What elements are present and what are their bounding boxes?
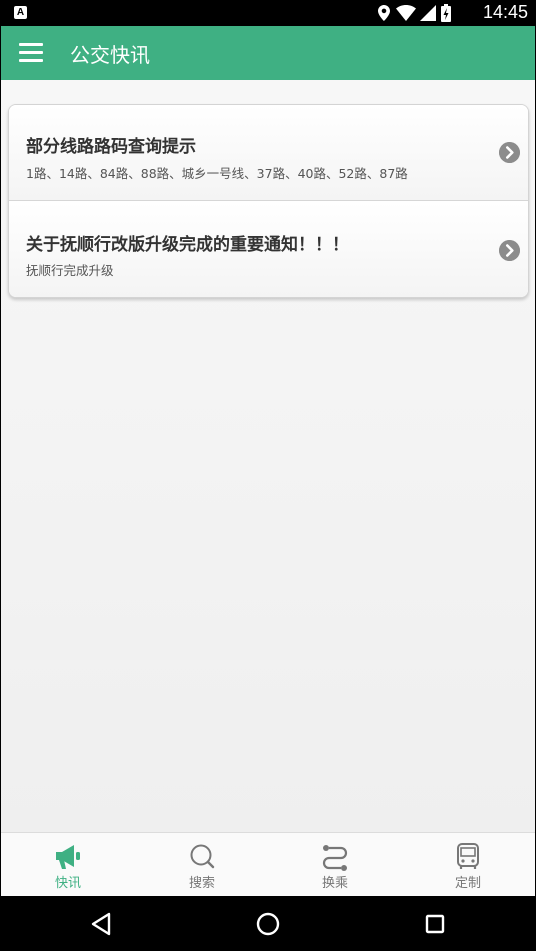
tab-label: 快讯 (54, 876, 81, 891)
news-subtitle: 1路、14路、84路、88路、城乡一号线、37路、40路、52路、87路 (26, 166, 408, 181)
search-icon (190, 844, 215, 869)
system-nav-bar (0, 896, 536, 951)
status-right: 14:45 (378, 0, 528, 26)
chevron-right-icon (499, 240, 520, 261)
chevron-right-icon (499, 142, 520, 163)
wifi-icon (396, 5, 416, 21)
tab-custom[interactable]: 定制 (401, 833, 535, 897)
page-title: 公交快讯 (70, 43, 150, 67)
tab-transfer[interactable]: 换乘 (268, 833, 402, 897)
recents-icon[interactable] (420, 909, 450, 939)
signal-icon (420, 5, 436, 21)
tab-label: 搜索 (188, 876, 215, 891)
news-card: 部分线路路码查询提示 1路、14路、84路、88路、城乡一号线、37路、40路、… (8, 104, 529, 298)
news-item[interactable]: 部分线路路码查询提示 1路、14路、84路、88路、城乡一号线、37路、40路、… (9, 105, 528, 201)
tab-search[interactable]: 搜索 (135, 833, 269, 897)
screen: A 14:45 公交快讯 部分线路路码查询提示 1路、14路、84路、88路、城… (0, 0, 536, 951)
status-bar: A 14:45 (0, 0, 536, 26)
back-icon[interactable] (87, 909, 117, 939)
battery-icon (441, 4, 451, 22)
bottom-tab-bar: 快讯 搜索 换乘 定制 (1, 832, 535, 896)
bus-icon (457, 843, 479, 869)
home-icon[interactable] (253, 909, 283, 939)
news-title: 部分线路路码查询提示 (26, 137, 196, 157)
route-icon (322, 845, 348, 871)
tab-news[interactable]: 快讯 (1, 833, 135, 897)
location-icon (378, 5, 390, 21)
notification-icon: A (14, 6, 27, 19)
news-item[interactable]: 关于抚顺行改版升级完成的重要通知！！！ 抚顺行完成升级 (9, 202, 528, 297)
news-list-area: 部分线路路码查询提示 1路、14路、84路、88路、城乡一号线、37路、40路、… (1, 80, 535, 832)
news-subtitle: 抚顺行完成升级 (26, 263, 114, 278)
news-title: 关于抚顺行改版升级完成的重要通知！！！ (26, 235, 349, 255)
status-time: 14:45 (482, 2, 528, 22)
app-bar: 公交快讯 (1, 26, 535, 80)
hamburger-icon[interactable] (19, 43, 43, 63)
megaphone-icon (56, 845, 80, 869)
tab-label: 换乘 (321, 876, 348, 891)
tab-label: 定制 (454, 876, 481, 891)
